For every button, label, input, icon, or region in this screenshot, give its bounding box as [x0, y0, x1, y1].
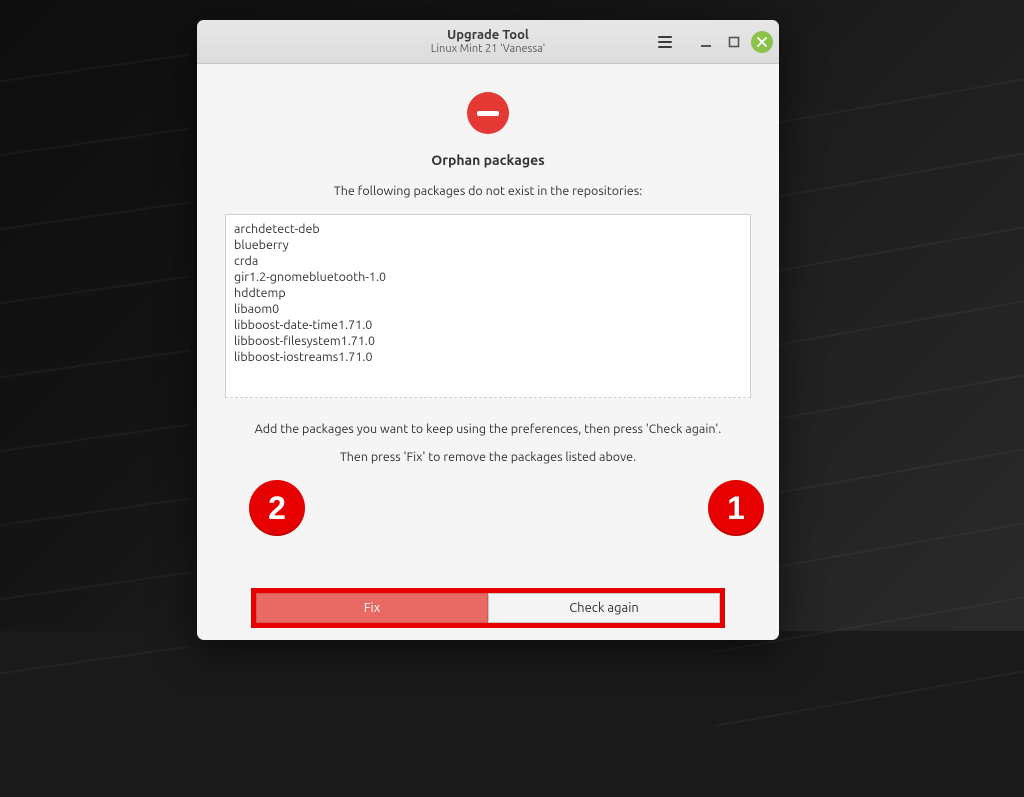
section-heading: Orphan packages [431, 152, 545, 168]
list-item[interactable]: crda [234, 253, 742, 269]
list-item[interactable]: archdetect-deb [234, 221, 742, 237]
hint-text-2: Then press 'Fix' to remove the packages … [340, 450, 636, 464]
upgrade-tool-window: Upgrade Tool Linux Mint 21 'Vanessa' Orp… [197, 20, 779, 640]
window-controls [651, 20, 773, 64]
menu-icon[interactable] [651, 28, 679, 56]
list-item[interactable]: libaom0 [234, 301, 742, 317]
check-again-button[interactable]: Check again [488, 593, 720, 623]
fix-button[interactable]: Fix [256, 593, 488, 623]
hint-text-1: Add the packages you want to keep using … [255, 422, 722, 436]
buttons-highlight-frame: Fix Check again [251, 588, 725, 628]
stop-icon [467, 92, 509, 134]
title-wrap: Upgrade Tool Linux Mint 21 'Vanessa' [431, 28, 545, 56]
window-title: Upgrade Tool [431, 28, 545, 43]
orphan-packages-list[interactable]: archdetect-deb blueberry crda gir1.2-gno… [225, 214, 751, 398]
action-area: Fix Check again [225, 588, 751, 640]
window-subtitle: Linux Mint 21 'Vanessa' [431, 43, 545, 56]
list-item[interactable]: libboost-filesystem1.71.0 [234, 333, 742, 349]
list-item[interactable]: libboost-date-time1.71.0 [234, 317, 742, 333]
titlebar: Upgrade Tool Linux Mint 21 'Vanessa' [197, 20, 779, 64]
maximize-button[interactable] [723, 31, 745, 53]
content-area: Orphan packages The following packages d… [197, 64, 779, 640]
list-item[interactable]: libboost-iostreams1.71.0 [234, 349, 742, 365]
list-item[interactable]: hddtemp [234, 285, 742, 301]
minimize-button[interactable] [695, 31, 717, 53]
list-item[interactable]: gir1.2-gnomebluetooth-1.0 [234, 269, 742, 285]
annotation-badge-2: 2 [249, 480, 305, 536]
list-item[interactable]: blueberry [234, 237, 742, 253]
section-description: The following packages do not exist in t… [334, 184, 642, 198]
close-button[interactable] [751, 31, 773, 53]
annotation-badge-1: 1 [708, 480, 764, 536]
